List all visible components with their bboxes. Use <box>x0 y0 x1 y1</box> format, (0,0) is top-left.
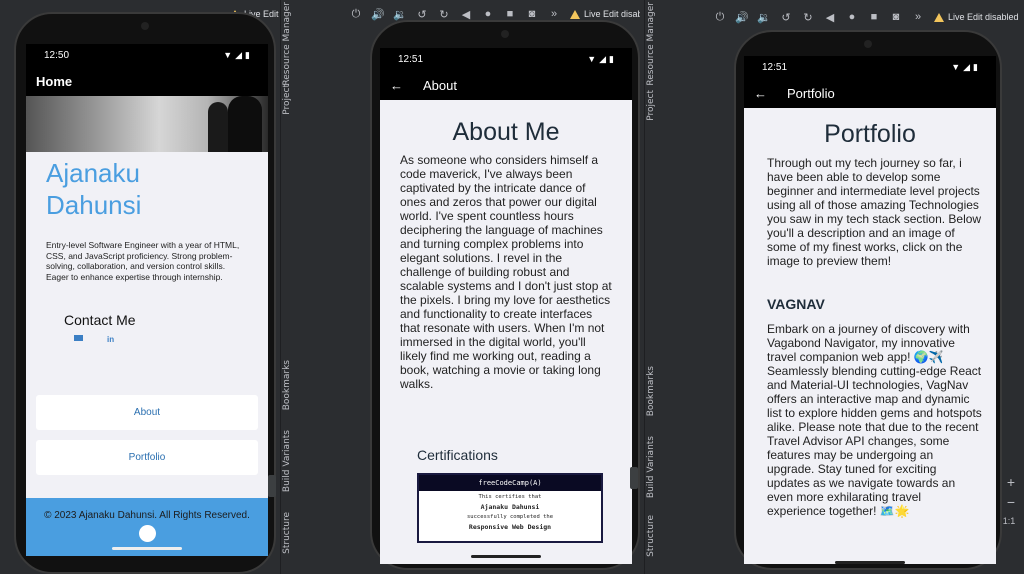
warning-icon <box>570 9 580 19</box>
resource-manager-tab-2[interactable]: Resource Manager <box>646 2 656 86</box>
project-description: Embark on a journey of discovery with Va… <box>767 322 982 518</box>
zoom-in-button[interactable]: + <box>1004 474 1018 490</box>
warning-icon <box>934 12 944 22</box>
battery-icon: ▮ <box>973 61 978 72</box>
about-button[interactable]: About <box>36 395 258 430</box>
wifi-icon: ▼ <box>951 62 961 72</box>
project-tab-2[interactable]: Project <box>646 90 656 121</box>
certificate-image[interactable]: freeCodeCamp(A) This certifies that Ajan… <box>417 473 603 543</box>
signal-icon: ◢ <box>599 53 607 64</box>
phone-frame-portfolio: 12:51 ▼ ◢ ▮ ← Portfolio Portfolio Through … <box>734 30 1002 570</box>
back-icon[interactable]: ◀ <box>460 8 472 21</box>
live-edit-status-3: Live Edit disabled <box>934 12 1019 22</box>
app-bar-title: Portfolio <box>787 85 835 101</box>
side-bracket-2 <box>630 467 638 489</box>
about-screen: 12:51 ▼ ◢ ▮ ← About About Me As someone wh… <box>380 48 632 564</box>
bookmarks-tab[interactable]: Bookmarks <box>282 360 292 410</box>
back-arrow-icon[interactable]: ← <box>390 78 403 93</box>
structure-tab[interactable]: Structure <box>282 512 292 554</box>
rotate-right-icon[interactable]: ↻ <box>802 11 814 24</box>
volume-down-icon[interactable]: 🔉 <box>393 8 407 21</box>
status-bar: 12:51 ▼ ◢ ▮ <box>744 56 996 78</box>
portfolio-intro: Through out my tech journey so far, i ha… <box>767 156 982 268</box>
gesture-bar[interactable] <box>471 555 541 558</box>
power-icon[interactable]: ⏻ <box>350 8 362 20</box>
github-icon[interactable] <box>138 525 156 542</box>
device-toolbar-3: ⏻ 🔊 🔉 ↺ ↻ ◀ ● ■ ◙ » Live Edit disabled <box>714 3 1019 31</box>
project-tab[interactable]: Project <box>282 84 292 115</box>
live-edit-status-2: Live Edit disabled <box>570 9 640 19</box>
zoom-out-button[interactable]: − <box>1004 494 1018 510</box>
certifications-title: Certifications <box>417 447 498 463</box>
camera-notch <box>501 30 509 38</box>
signal-icon: ◢ <box>235 49 243 60</box>
footer-copyright: © 2023 Ajanaku Dahunsi. All Rights Reser… <box>44 510 250 521</box>
app-bar: ← About <box>380 70 632 100</box>
home-icon[interactable]: ● <box>846 11 858 23</box>
wifi-icon: ▼ <box>587 54 597 64</box>
volume-up-icon[interactable]: 🔊 <box>735 11 749 24</box>
camera-notch <box>864 40 872 48</box>
profile-name: Ajanaku Dahunsi <box>46 158 142 220</box>
gesture-bar[interactable] <box>112 547 182 550</box>
app-bar-title: About <box>423 77 457 93</box>
camera-icon[interactable]: ◙ <box>526 8 538 20</box>
camera-notch <box>141 22 149 30</box>
linkedin-icon[interactable]: in <box>107 335 114 344</box>
certificate-header: freeCodeCamp(A) <box>419 475 601 491</box>
phone-frame-about: 12:51 ▼ ◢ ▮ ← About About Me As someone wh… <box>370 20 640 570</box>
more-icon[interactable]: » <box>912 11 924 23</box>
battery-icon: ▮ <box>609 53 614 64</box>
more-icon[interactable]: » <box>548 8 560 20</box>
build-variants-tab[interactable]: Build Variants <box>282 430 292 492</box>
home-screen: 12:50 ▼ ◢ ▮ Home Ajanaku Dahunsi Entry-lev… <box>26 44 268 556</box>
battery-icon: ▮ <box>245 49 250 60</box>
status-icons: ▼ ◢ ▮ <box>223 50 250 61</box>
gesture-bar[interactable] <box>835 561 905 564</box>
rotate-left-icon[interactable]: ↺ <box>416 8 428 21</box>
overview-icon[interactable]: ■ <box>868 11 880 23</box>
portfolio-button[interactable]: Portfolio <box>36 440 258 475</box>
overview-icon[interactable]: ■ <box>504 8 516 20</box>
resource-manager-tab[interactable]: Resource Manager <box>282 2 292 86</box>
hero-image <box>26 96 268 152</box>
contact-icons: in <box>74 335 114 344</box>
rotate-right-icon[interactable]: ↻ <box>438 8 450 21</box>
about-title: About Me <box>452 118 560 146</box>
app-bar: ← Portfolio <box>744 78 996 108</box>
bookmarks-tab-2[interactable]: Bookmarks <box>646 366 656 416</box>
volume-down-icon[interactable]: 🔉 <box>757 11 771 24</box>
camera-icon[interactable]: ◙ <box>890 11 902 23</box>
rotate-left-icon[interactable]: ↺ <box>780 11 792 24</box>
status-bar: 12:51 ▼ ◢ ▮ <box>380 48 632 70</box>
zoom-reset-button[interactable]: 1:1 <box>1000 516 1018 526</box>
email-icon[interactable] <box>74 335 83 341</box>
profile-bio: Entry-level Software Engineer with a yea… <box>46 240 240 282</box>
contact-title: Contact Me <box>64 312 136 328</box>
back-arrow-icon[interactable]: ← <box>754 86 767 101</box>
status-time: 12:51 <box>762 61 788 73</box>
status-icons: ▼ ◢ ▮ <box>951 62 978 73</box>
status-icons: ▼ ◢ ▮ <box>587 54 614 65</box>
build-variants-tab-2[interactable]: Build Variants <box>646 436 656 498</box>
status-time: 12:51 <box>398 53 424 65</box>
power-icon[interactable]: ⏻ <box>714 11 726 23</box>
status-bar: 12:50 ▼ ◢ ▮ <box>26 44 268 66</box>
project-title: VAGNAV <box>767 296 825 312</box>
signal-icon: ◢ <box>963 61 971 72</box>
back-icon[interactable]: ◀ <box>824 11 836 24</box>
volume-up-icon[interactable]: 🔊 <box>371 8 385 21</box>
app-bar: Home <box>26 66 268 96</box>
portfolio-title: Portfolio <box>824 120 916 148</box>
structure-tab-2[interactable]: Structure <box>646 515 656 557</box>
status-time: 12:50 <box>44 49 70 61</box>
side-bracket-1 <box>268 475 276 497</box>
home-icon[interactable]: ● <box>482 8 494 20</box>
about-body: As someone who considers himself a code … <box>400 153 612 391</box>
app-bar-title: Home <box>36 73 73 89</box>
portfolio-screen: 12:51 ▼ ◢ ▮ ← Portfolio Portfolio Through … <box>744 56 996 564</box>
phone-frame-home: 12:50 ▼ ◢ ▮ Home Ajanaku Dahunsi Entry-lev… <box>14 12 276 574</box>
wifi-icon: ▼ <box>223 50 233 60</box>
